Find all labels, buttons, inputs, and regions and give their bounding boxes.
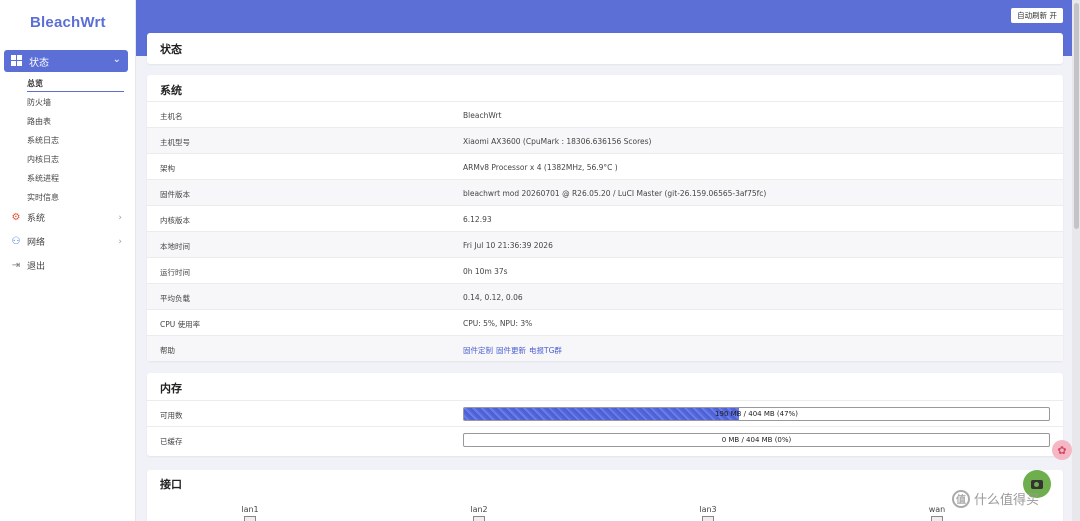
page-title: 状态 xyxy=(160,43,182,56)
info-key: 内核版本 xyxy=(160,216,190,225)
info-value: 0.14, 0.12, 0.06 xyxy=(463,293,523,302)
port-label: lan2 xyxy=(470,505,488,514)
ethernet-port-icon xyxy=(473,516,485,521)
port-lan2: lan2 xyxy=(459,505,499,521)
info-key: 主机名 xyxy=(160,112,183,121)
info-row: CPU 使用率 CPU: 5%, NPU: 3% xyxy=(147,309,1063,335)
submenu-overview[interactable]: 总览 xyxy=(27,78,43,89)
float-helper-icon[interactable]: ✿ xyxy=(1052,440,1072,460)
menu-system-label: 系统 xyxy=(27,214,46,224)
memory-title: 内存 xyxy=(160,382,182,395)
gear-icon: ⚙ xyxy=(11,212,21,223)
dashboard-icon xyxy=(11,55,23,67)
info-row: 固件版本 bleachwrt mod 20260701 @ R26.05.20 … xyxy=(147,179,1063,205)
active-underline xyxy=(27,91,124,92)
info-key: 主机型号 xyxy=(160,138,190,147)
ethernet-port-icon xyxy=(244,516,256,521)
memory-available-bar: 190 MB / 404 MB (47%) xyxy=(463,407,1050,421)
info-value: bleachwrt mod 20260701 @ R26.05.20 / LuC… xyxy=(463,189,767,198)
chevron-right-icon: › xyxy=(118,212,122,223)
info-key: CPU 使用率 xyxy=(160,320,201,329)
auto-refresh-button[interactable]: 自动刷新 开 xyxy=(1011,8,1063,23)
brand-logo: BleachWrt xyxy=(30,14,106,31)
port-label: lan3 xyxy=(699,505,717,514)
memory-available-text: 190 MB / 404 MB (47%) xyxy=(715,410,798,418)
memory-available-row: 可用数 190 MB / 404 MB (47%) xyxy=(147,400,1063,426)
port-wan: wan xyxy=(917,505,957,521)
info-row: 本地时间 Fri Jul 10 21:36:39 2026 xyxy=(147,231,1063,257)
page-title-card: 状态 xyxy=(147,33,1063,64)
info-key: 架构 xyxy=(160,164,175,173)
info-row: 平均负载 0.14, 0.12, 0.06 xyxy=(147,283,1063,309)
info-row: 运行时间 0h 10m 37s xyxy=(147,257,1063,283)
info-row: 架构 ARMv8 Processor x 4 (1382MHz, 56.9°C … xyxy=(147,153,1063,179)
info-key: 平均负载 xyxy=(160,294,190,303)
watermark-text: 什么值得买 xyxy=(974,493,1040,508)
info-row: 主机型号 Xiaomi AX3600 (CpuMark : 18306.6361… xyxy=(147,127,1063,153)
system-card: 系统 主机名 BleachWrt 主机型号 Xiaomi AX3600 (Cpu… xyxy=(147,75,1063,361)
logout-icon: ⇥ xyxy=(11,260,21,271)
link-telegram-group[interactable]: 电报TG群 xyxy=(529,346,562,355)
camera-icon xyxy=(1031,479,1043,489)
menu-status-label: 状态 xyxy=(29,57,49,69)
menu-system[interactable]: ⚙ 系统 › xyxy=(10,211,124,224)
info-value: ARMv8 Processor x 4 (1382MHz, 56.9°C ) xyxy=(463,163,618,172)
menu-network[interactable]: ⚇ 网络 › xyxy=(10,235,124,248)
menu-status[interactable]: 状态 ⌄ xyxy=(4,50,128,72)
info-value: CPU: 5%, NPU: 3% xyxy=(463,319,533,328)
memory-card: 内存 可用数 190 MB / 404 MB (47%) 已缓存 0 MB / … xyxy=(147,373,1063,456)
help-links: 固件定制 固件更新 电报TG群 xyxy=(463,345,565,356)
watermark: 值 什么值得买 xyxy=(952,489,1039,508)
watermark-logo-icon: 值 xyxy=(952,489,970,508)
info-value: Xiaomi AX3600 (CpuMark : 18306.636156 Sc… xyxy=(463,137,652,146)
info-value: Fri Jul 10 21:36:39 2026 xyxy=(463,241,553,250)
info-key: 固件版本 xyxy=(160,190,190,199)
ethernet-port-icon xyxy=(702,516,714,521)
interfaces-title: 接口 xyxy=(160,478,182,491)
info-value: BleachWrt xyxy=(463,111,502,120)
submenu-processes[interactable]: 系统进程 xyxy=(27,173,59,184)
submenu-firewall[interactable]: 防火墙 xyxy=(27,97,51,108)
info-value: 6.12.93 xyxy=(463,215,492,224)
interfaces-card: 接口 lan1 lan2 lan3 wan xyxy=(147,470,1063,521)
info-key: 运行时间 xyxy=(160,268,190,277)
port-lan1: lan1 xyxy=(230,505,270,521)
chevron-right-icon: › xyxy=(118,236,122,247)
memory-cached-text: 0 MB / 404 MB (0%) xyxy=(721,436,792,444)
port-lan3: lan3 xyxy=(688,505,728,521)
info-row: 主机名 BleachWrt xyxy=(147,101,1063,127)
submenu-kernel-log[interactable]: 内核日志 xyxy=(27,154,59,165)
menu-logout-label: 退出 xyxy=(27,262,46,272)
chevron-down-icon: ⌄ xyxy=(112,54,121,65)
submenu-routes[interactable]: 路由表 xyxy=(27,116,51,127)
ethernet-port-icon xyxy=(931,516,943,521)
help-row: 帮助 固件定制 固件更新 电报TG群 xyxy=(147,335,1063,361)
submenu-realtime[interactable]: 实时信息 xyxy=(27,192,59,203)
scrollbar-thumb[interactable] xyxy=(1074,3,1079,229)
network-icon: ⚇ xyxy=(11,236,21,247)
memory-available-label: 可用数 xyxy=(160,411,183,420)
info-row: 内核版本 6.12.93 xyxy=(147,205,1063,231)
port-label: lan1 xyxy=(241,505,259,514)
sidebar: BleachWrt 状态 ⌄ 总览 防火墙 路由表 系统日志 内核日志 系统进程… xyxy=(0,0,136,521)
menu-network-label: 网络 xyxy=(27,238,46,248)
info-key: 本地时间 xyxy=(160,242,190,251)
memory-cached-bar: 0 MB / 404 MB (0%) xyxy=(463,433,1050,447)
link-firmware-update[interactable]: 固件更新 xyxy=(496,346,526,355)
memory-cached-row: 已缓存 0 MB / 404 MB (0%) xyxy=(147,426,1063,452)
info-value: 0h 10m 37s xyxy=(463,267,508,276)
memory-cached-label: 已缓存 xyxy=(160,437,183,446)
submenu-syslog[interactable]: 系统日志 xyxy=(27,135,59,146)
link-firmware-custom[interactable]: 固件定制 xyxy=(463,346,493,355)
help-label: 帮助 xyxy=(160,346,175,355)
system-title: 系统 xyxy=(160,84,182,97)
menu-logout[interactable]: ⇥ 退出 xyxy=(10,259,124,272)
scrollbar[interactable] xyxy=(1072,0,1080,521)
port-label: wan xyxy=(928,505,946,514)
